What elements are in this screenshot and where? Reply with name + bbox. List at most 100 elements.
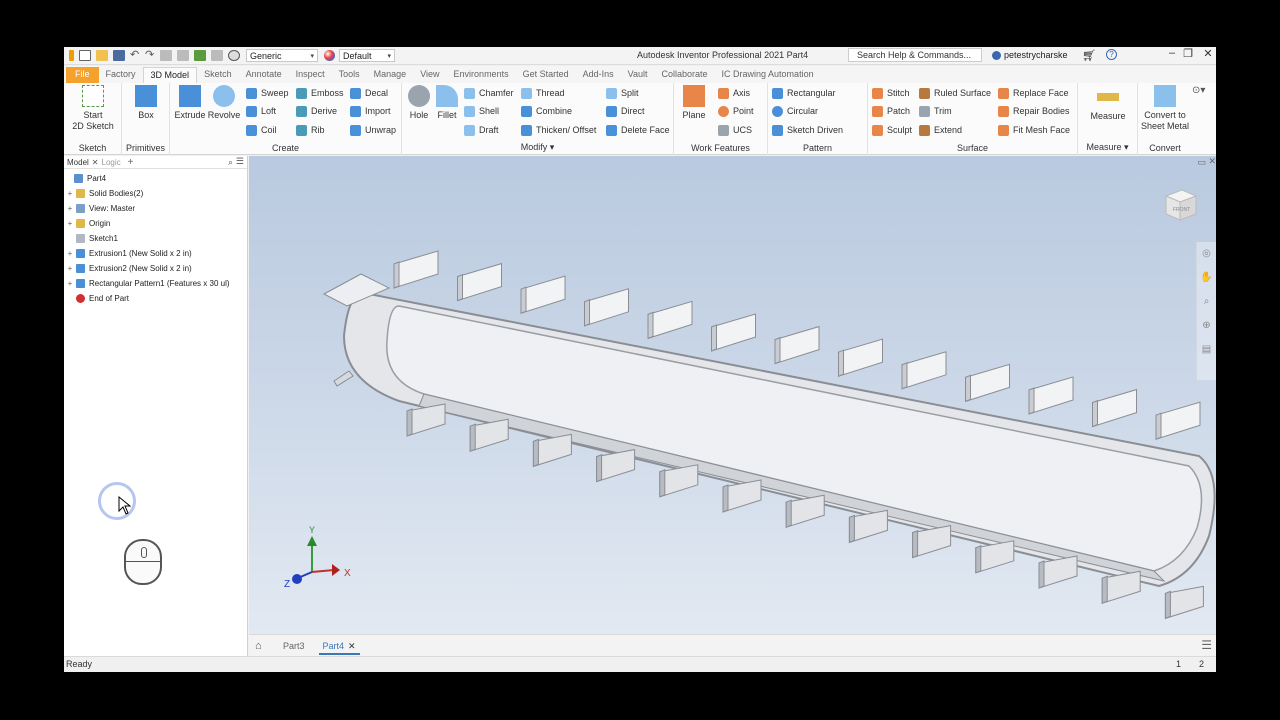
- update-icon[interactable]: [160, 50, 172, 61]
- search-icon[interactable]: ⌕: [228, 157, 233, 168]
- sculpt-button[interactable]: Sculpt: [872, 123, 912, 137]
- derive-button[interactable]: Derive: [296, 104, 337, 118]
- close-icon[interactable]: ✕: [348, 641, 356, 651]
- tab-collaborate[interactable]: Collaborate: [655, 67, 715, 83]
- revolve-button[interactable]: Revolve: [207, 85, 241, 121]
- coil-button[interactable]: Coil: [246, 123, 277, 137]
- measure-button[interactable]: Measure: [1084, 85, 1132, 122]
- user-account[interactable]: petestrycharske: [992, 50, 1068, 60]
- rib-button[interactable]: Rib: [296, 123, 325, 137]
- rectangular-pattern-button[interactable]: Rectangular: [772, 86, 836, 100]
- extend-button[interactable]: Extend: [919, 123, 962, 137]
- loft-button[interactable]: Loft: [246, 104, 276, 118]
- expand-icon[interactable]: +: [66, 189, 74, 198]
- tab-manage[interactable]: Manage: [367, 67, 414, 83]
- tree-node[interactable]: End of Part: [66, 291, 129, 305]
- ucs-button[interactable]: UCS: [718, 123, 752, 137]
- repair-bodies-button[interactable]: Repair Bodies: [998, 104, 1070, 118]
- thread-button[interactable]: Thread: [521, 86, 565, 100]
- delete-face-button[interactable]: Delete Face: [606, 123, 670, 137]
- properties-icon[interactable]: [211, 50, 223, 61]
- cart-icon[interactable]: 🛒︎: [1082, 49, 1096, 62]
- appearance-select[interactable]: Default ▾: [339, 49, 395, 62]
- pan-icon[interactable]: ✋: [1197, 272, 1216, 290]
- expand-icon[interactable]: +: [66, 279, 74, 288]
- doc-tab-part4[interactable]: Part4 ✕: [318, 637, 360, 655]
- full-navigation-wheel-icon[interactable]: ◎: [1197, 248, 1216, 266]
- thicken-offset-button[interactable]: Thicken/ Offset: [521, 123, 596, 137]
- hole-button[interactable]: Hole: [404, 85, 434, 121]
- convert-to-sheet-metal-button[interactable]: Convert to Sheet Metal: [1138, 85, 1192, 132]
- search-help-input[interactable]: Search Help & Commands...: [848, 48, 982, 62]
- clear-override-icon[interactable]: [228, 50, 240, 61]
- select-icon[interactable]: [177, 50, 189, 61]
- tab-file[interactable]: File: [66, 67, 99, 83]
- circular-pattern-button[interactable]: Circular: [772, 104, 818, 118]
- material-select[interactable]: Generic ▾: [246, 49, 318, 62]
- tree-node[interactable]: + Rectangular Pattern1 (Features x 30 ul): [66, 276, 230, 290]
- chamfer-button[interactable]: Chamfer: [464, 86, 514, 100]
- draft-button[interactable]: Draft: [464, 123, 499, 137]
- close-window-button[interactable]: ✕: [1198, 47, 1216, 60]
- expand-icon[interactable]: +: [66, 204, 74, 213]
- panel-label-measure[interactable]: Measure ▾: [1078, 142, 1137, 153]
- tab-ic-drawing-automation[interactable]: IC Drawing Automation: [715, 67, 821, 83]
- browser-tab-model[interactable]: Model: [64, 158, 92, 167]
- tab-vault[interactable]: Vault: [621, 67, 655, 83]
- tab-factory[interactable]: Factory: [99, 67, 143, 83]
- save-icon[interactable]: [113, 50, 125, 61]
- sketch-driven-pattern-button[interactable]: Sketch Driven: [772, 123, 843, 137]
- replace-face-button[interactable]: Replace Face: [998, 86, 1069, 100]
- orbit-icon[interactable]: ⊕: [1197, 320, 1216, 338]
- tree-node[interactable]: Sketch1: [66, 231, 118, 245]
- split-button[interactable]: Split: [606, 86, 639, 100]
- extrude-button[interactable]: Extrude: [173, 85, 207, 121]
- document-menu-icon[interactable]: ☰: [1201, 638, 1212, 652]
- tree-node[interactable]: + Extrusion1 (New Solid x 2 in): [66, 246, 192, 260]
- new-file-icon[interactable]: [79, 50, 91, 61]
- tab-sketch[interactable]: Sketch: [197, 67, 239, 83]
- axis-button[interactable]: Axis: [718, 86, 750, 100]
- trim-button[interactable]: Trim: [919, 104, 952, 118]
- tree-node[interactable]: + Solid Bodies(2): [66, 186, 143, 200]
- menu-icon[interactable]: ☰: [236, 156, 244, 167]
- sweep-button[interactable]: Sweep: [246, 86, 289, 100]
- unwrap-button[interactable]: Unwrap: [350, 123, 396, 137]
- conveyor-model[interactable]: [249, 156, 1216, 634]
- help-icon[interactable]: ?: [1106, 49, 1117, 60]
- tree-node[interactable]: Part4: [64, 171, 106, 185]
- box-button[interactable]: Box: [132, 85, 160, 121]
- emboss-button[interactable]: Emboss: [296, 86, 344, 100]
- import-button[interactable]: Import: [350, 104, 391, 118]
- fit-mesh-face-button[interactable]: Fit Mesh Face: [998, 123, 1070, 137]
- tab-inspect[interactable]: Inspect: [289, 67, 332, 83]
- tab-view[interactable]: View: [413, 67, 446, 83]
- browser-tab-logic[interactable]: Logic: [99, 158, 124, 167]
- zoom-icon[interactable]: ⌕: [1197, 296, 1216, 314]
- direct-button[interactable]: Direct: [606, 104, 645, 118]
- fillet-button[interactable]: Fillet: [433, 85, 461, 121]
- plane-button[interactable]: Plane: [678, 85, 710, 121]
- tab-annotate[interactable]: Annotate: [239, 67, 289, 83]
- local-update-icon[interactable]: [194, 50, 206, 61]
- tab-3d-model[interactable]: 3D Model: [142, 67, 198, 83]
- stitch-button[interactable]: Stitch: [872, 86, 910, 100]
- point-button[interactable]: Point: [718, 104, 754, 118]
- decal-button[interactable]: Decal: [350, 86, 388, 100]
- viewcube[interactable]: FRONT: [1160, 184, 1200, 224]
- panel-label-modify[interactable]: Modify ▾: [402, 142, 673, 153]
- tab-add-ins[interactable]: Add-Ins: [576, 67, 621, 83]
- ribbon-options-icon[interactable]: ⊙▾: [1192, 85, 1205, 96]
- add-tab-icon[interactable]: +: [128, 157, 134, 168]
- ruled-surface-button[interactable]: Ruled Surface: [919, 86, 991, 100]
- doc-tab-part3[interactable]: Part3: [279, 637, 309, 655]
- tree-node[interactable]: + View: Master: [66, 201, 135, 215]
- close-icon[interactable]: ✕: [92, 158, 99, 167]
- home-icon[interactable]: ⌂: [255, 640, 269, 652]
- undo-icon[interactable]: ↶: [130, 50, 140, 61]
- look-at-icon[interactable]: ▤: [1197, 344, 1216, 362]
- patch-button[interactable]: Patch: [872, 104, 910, 118]
- restore-button[interactable]: ❐: [1178, 47, 1198, 60]
- shell-button[interactable]: Shell: [464, 104, 499, 118]
- tab-tools[interactable]: Tools: [332, 67, 367, 83]
